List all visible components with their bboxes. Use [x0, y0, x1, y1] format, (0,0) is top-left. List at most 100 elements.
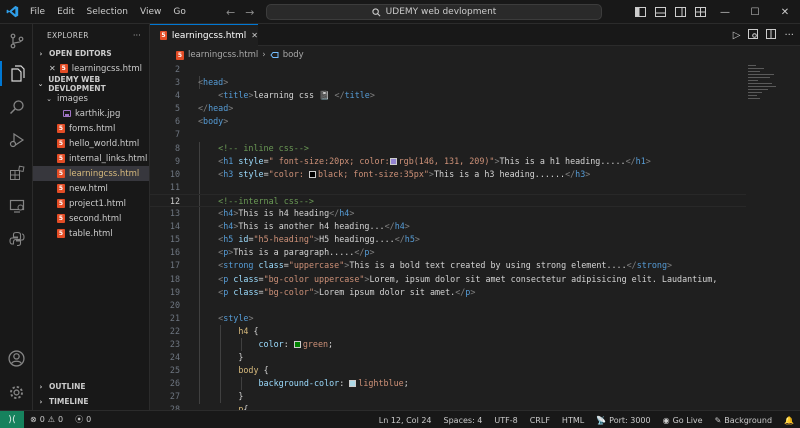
- remote-explorer-icon[interactable]: [0, 189, 33, 222]
- code-line: 19 <p class="bg-color">Lorem ipsum dolor…: [169, 286, 476, 297]
- breadcrumb-file[interactable]: learningcss.html: [188, 50, 258, 60]
- file-label: forms.html: [69, 123, 116, 134]
- minimap[interactable]: [746, 63, 800, 410]
- explorer-icon[interactable]: [0, 57, 33, 90]
- file-karthik-jpg[interactable]: karthik.jpg: [33, 106, 149, 121]
- file-table-html[interactable]: 5 table.html: [33, 226, 149, 241]
- current-code-line: 12 <!--internal css-->: [150, 193, 746, 208]
- end-of-line[interactable]: CRLF: [524, 416, 556, 425]
- toggle-panel-icon[interactable]: [650, 0, 670, 24]
- code-line: 18 <p class="bg-color uppercase">Lorem, …: [169, 273, 718, 284]
- more-actions-icon[interactable]: ···: [784, 30, 794, 41]
- menu-bar: File Edit Selection View Go: [24, 0, 192, 24]
- remote-indicator[interactable]: ⟩⟨: [0, 410, 24, 428]
- file-hello-world-html[interactable]: 5 hello_world.html: [33, 136, 149, 151]
- file-new-html[interactable]: 5 new.html: [33, 181, 149, 196]
- forward-arrow-icon[interactable]: →: [245, 6, 254, 19]
- run-debug-icon[interactable]: [0, 123, 33, 156]
- maximize-button[interactable]: ☐: [740, 0, 770, 24]
- search-sidebar-icon[interactable]: [0, 90, 33, 123]
- status-bar: ⟩⟨ ⊗ 0 ⚠ 0 ⦿ 0 Ln 12, Col 24 Spaces: 4 UTF-…: [0, 410, 800, 428]
- open-preview-icon[interactable]: [748, 28, 759, 42]
- notifications-icon[interactable]: 🔔: [778, 416, 800, 425]
- close-tab-icon[interactable]: ✕: [251, 31, 258, 40]
- menu-selection[interactable]: Selection: [81, 0, 134, 24]
- outline-label: OUTLINE: [49, 382, 86, 391]
- chevron-right-icon: ›: [39, 382, 43, 391]
- toggle-sidebar-icon[interactable]: [630, 0, 650, 24]
- accounts-icon[interactable]: [0, 342, 33, 375]
- split-editor-icon[interactable]: [766, 28, 777, 42]
- indentation[interactable]: Spaces: 4: [438, 416, 489, 425]
- code-line: 20: [169, 299, 180, 310]
- file-label: new.html: [69, 183, 108, 194]
- run-icon[interactable]: ▷: [733, 30, 741, 41]
- color-swatch[interactable]: [349, 380, 357, 388]
- file-label: internal_links.html: [69, 153, 148, 164]
- code-line: 11: [169, 181, 180, 192]
- folder-images[interactable]: ⌄ images: [33, 91, 149, 106]
- problems-indicator[interactable]: ⊗ 0 ⚠ 0: [24, 415, 69, 424]
- html-file-icon: 5: [176, 50, 184, 60]
- breadcrumb-symbol[interactable]: body: [283, 50, 304, 60]
- manage-gear-icon[interactable]: [0, 376, 33, 409]
- warning-count: 0: [57, 415, 64, 424]
- python-icon[interactable]: [0, 222, 33, 255]
- code-line: 8 <!-- inline css-->: [174, 142, 309, 153]
- toggle-secondary-sidebar-icon[interactable]: [670, 0, 690, 24]
- color-swatch[interactable]: [308, 170, 316, 178]
- emoji-icon: 📓: [319, 90, 330, 101]
- open-editors-section[interactable]: › OPEN EDITORS: [33, 46, 149, 61]
- file-internal-links-html[interactable]: 5 internal_links.html: [33, 151, 149, 166]
- chevron-right-icon: ›: [39, 397, 43, 406]
- code-line: 21 <style>: [169, 312, 254, 323]
- color-swatch[interactable]: [389, 157, 397, 165]
- close-editor-icon[interactable]: ✕: [49, 64, 56, 73]
- menu-file[interactable]: File: [24, 0, 51, 24]
- file-second-html[interactable]: 5 second.html: [33, 211, 149, 226]
- breadcrumb: 5 learningcss.html › body: [150, 47, 304, 63]
- code-line: 27 }: [169, 391, 244, 402]
- html-file-icon: 5: [57, 139, 65, 148]
- minimize-button[interactable]: —: [710, 0, 740, 24]
- outline-section[interactable]: › OUTLINE: [33, 379, 150, 394]
- html-file-icon: 5: [57, 124, 65, 133]
- html-file-icon: 5: [57, 169, 65, 178]
- tab-label: learningcss.html: [171, 30, 247, 41]
- vscode-logo-icon: [0, 0, 24, 24]
- source-control-icon[interactable]: [0, 24, 33, 57]
- background-extension[interactable]: ✎ Background: [709, 416, 778, 425]
- cursor-position[interactable]: Ln 12, Col 24: [373, 416, 438, 425]
- ports-indicator[interactable]: ⦿ 0: [69, 414, 97, 425]
- extensions-icon[interactable]: [0, 156, 33, 189]
- command-center-search[interactable]: UDEMY web devlopment: [266, 4, 602, 20]
- live-server-port[interactable]: 📡 Port: 3000: [590, 416, 656, 425]
- file-label: learningcss.html: [69, 168, 140, 179]
- html-file-icon: 5: [57, 229, 65, 238]
- file-learningcss-html[interactable]: 5 learningcss.html: [33, 166, 149, 181]
- color-swatch[interactable]: [293, 340, 301, 348]
- file-forms-html[interactable]: 5 forms.html: [33, 121, 149, 136]
- breadcrumb-separator: ›: [262, 50, 266, 60]
- timeline-section[interactable]: › TIMELINE: [33, 394, 150, 409]
- language-mode[interactable]: HTML: [556, 416, 590, 425]
- explorer-more-button[interactable]: ···: [133, 31, 141, 40]
- encoding[interactable]: UTF-8: [488, 416, 523, 425]
- code-line: 5 </head>: [174, 103, 234, 114]
- error-icon: ⊗: [30, 415, 37, 424]
- code-editor[interactable]: 2 3 <head> 4 <title>learning css 📓 </titl…: [150, 63, 746, 410]
- menu-view[interactable]: View: [134, 0, 167, 24]
- menu-go[interactable]: Go: [167, 0, 191, 24]
- file-label: second.html: [69, 213, 122, 224]
- go-live-button[interactable]: ◉ Go Live: [657, 416, 709, 425]
- workspace-folder-section[interactable]: ⌄ UDEMY WEB DEVLOPMENT: [33, 75, 149, 93]
- tab-learningcss[interactable]: 5 learningcss.html ✕: [150, 24, 258, 46]
- customize-layout-icon[interactable]: [690, 0, 710, 24]
- chevron-down-icon: ⌄: [46, 94, 52, 103]
- back-arrow-icon[interactable]: ←: [226, 6, 235, 19]
- menu-edit[interactable]: Edit: [51, 0, 80, 24]
- code-line: 24 }: [169, 352, 244, 363]
- close-button[interactable]: ✕: [770, 0, 800, 24]
- file-label: project1.html: [69, 198, 126, 209]
- file-project1-html[interactable]: 5 project1.html: [33, 196, 149, 211]
